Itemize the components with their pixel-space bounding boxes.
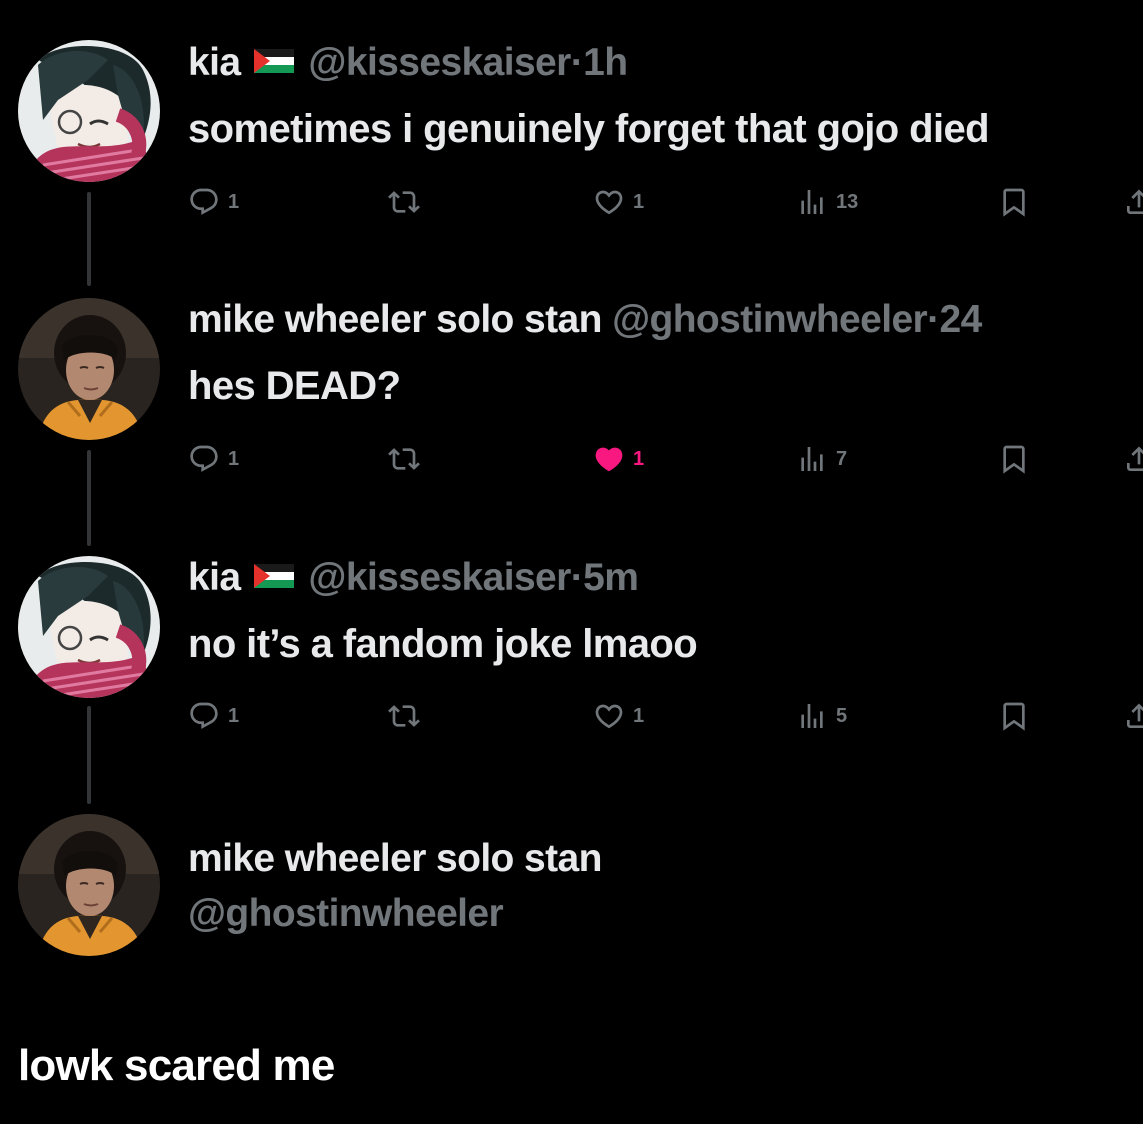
views-icon <box>796 700 828 732</box>
palestine-flag-icon <box>254 564 294 588</box>
avatar[interactable] <box>18 298 160 440</box>
user-handle[interactable]: @ghostinwheeler <box>188 890 504 938</box>
tweet-actions: 1 1 7 <box>188 441 1143 477</box>
heart-icon <box>593 700 625 732</box>
separator: · <box>927 298 940 341</box>
timestamp[interactable]: 24 <box>940 298 983 341</box>
views-icon <box>796 186 828 218</box>
separator: · <box>570 41 584 84</box>
tweet-actions: 1 1 13 <box>188 184 1143 220</box>
share-icon <box>1123 186 1143 218</box>
anime-avatar-icon <box>18 556 160 698</box>
reply-button[interactable]: 1 <box>188 698 239 734</box>
thread-line <box>87 192 91 286</box>
share-button[interactable] <box>1123 698 1143 734</box>
retweet-button[interactable] <box>388 698 420 734</box>
tweet-text: sometimes i genuinely forget that gojo d… <box>188 107 990 151</box>
thread-line <box>87 450 91 546</box>
reply-button[interactable]: 1 <box>188 441 239 477</box>
timestamp[interactable]: 1h <box>583 41 628 84</box>
caption-text: lowk scared me <box>18 1041 335 1090</box>
like-button[interactable]: 1 <box>593 698 644 734</box>
heart-filled-icon <box>593 443 625 475</box>
like-count: 1 <box>633 704 645 727</box>
avatar[interactable] <box>18 814 160 956</box>
bookmark-icon <box>998 443 1030 475</box>
person-avatar-icon <box>18 298 160 440</box>
separator: · <box>570 556 584 599</box>
share-icon <box>1123 700 1143 732</box>
reply-count: 1 <box>228 704 240 727</box>
like-button[interactable]: 1 <box>593 184 644 220</box>
heart-icon <box>593 186 625 218</box>
avatar[interactable] <box>18 556 160 698</box>
tweet-actions: 1 1 5 <box>188 698 1143 734</box>
user-handle[interactable]: @ghostinwheeler <box>612 298 928 341</box>
reply-icon <box>188 186 220 218</box>
bookmark-icon <box>998 186 1030 218</box>
tweet-header: kia @kisseskaiser·1h <box>188 40 628 86</box>
tweet-text: no it’s a fandom joke lmaoo <box>188 622 698 666</box>
display-name[interactable]: mike wheeler solo stan <box>188 298 602 341</box>
tweet-text: hes DEAD? <box>188 364 401 408</box>
retweet-icon <box>388 186 420 218</box>
avatar[interactable] <box>18 40 160 182</box>
view-count: 5 <box>836 704 848 727</box>
bookmark-button[interactable] <box>998 441 1030 477</box>
retweet-icon <box>388 443 420 475</box>
share-icon <box>1123 443 1143 475</box>
bookmark-button[interactable] <box>998 698 1030 734</box>
anime-avatar-icon <box>18 40 160 182</box>
user-handle[interactable]: @kisseskaiser <box>308 556 571 599</box>
retweet-button[interactable] <box>388 441 420 477</box>
views-button[interactable]: 13 <box>796 184 858 220</box>
view-count: 7 <box>836 447 848 470</box>
retweet-icon <box>388 700 420 732</box>
views-icon <box>796 443 828 475</box>
tweet-header: kia @kisseskaiser·5m <box>188 555 639 601</box>
views-button[interactable]: 7 <box>796 441 847 477</box>
bookmark-icon <box>998 700 1030 732</box>
reply-button[interactable]: 1 <box>188 184 239 220</box>
reply-icon <box>188 700 220 732</box>
timestamp[interactable]: 5m <box>583 556 639 599</box>
views-button[interactable]: 5 <box>796 698 847 734</box>
palestine-flag-icon <box>254 49 294 73</box>
person-avatar-icon <box>18 814 160 956</box>
tweet-header: mike wheeler solo stan @ghostinwheeler·2… <box>188 297 982 343</box>
share-button[interactable] <box>1123 184 1143 220</box>
like-button[interactable]: 1 <box>593 441 644 477</box>
share-button[interactable] <box>1123 441 1143 477</box>
retweet-button[interactable] <box>388 184 420 220</box>
display-name[interactable]: mike wheeler solo stan <box>188 835 602 883</box>
display-name[interactable]: kia <box>188 41 241 84</box>
reply-count: 1 <box>228 190 240 213</box>
bookmark-button[interactable] <box>998 184 1030 220</box>
like-count: 1 <box>633 447 645 470</box>
user-handle[interactable]: @kisseskaiser <box>308 41 571 84</box>
like-count: 1 <box>633 190 645 213</box>
reply-icon <box>188 443 220 475</box>
reply-count: 1 <box>228 447 240 470</box>
view-count: 13 <box>836 190 859 213</box>
thread-line <box>87 706 91 804</box>
display-name[interactable]: kia <box>188 556 241 599</box>
